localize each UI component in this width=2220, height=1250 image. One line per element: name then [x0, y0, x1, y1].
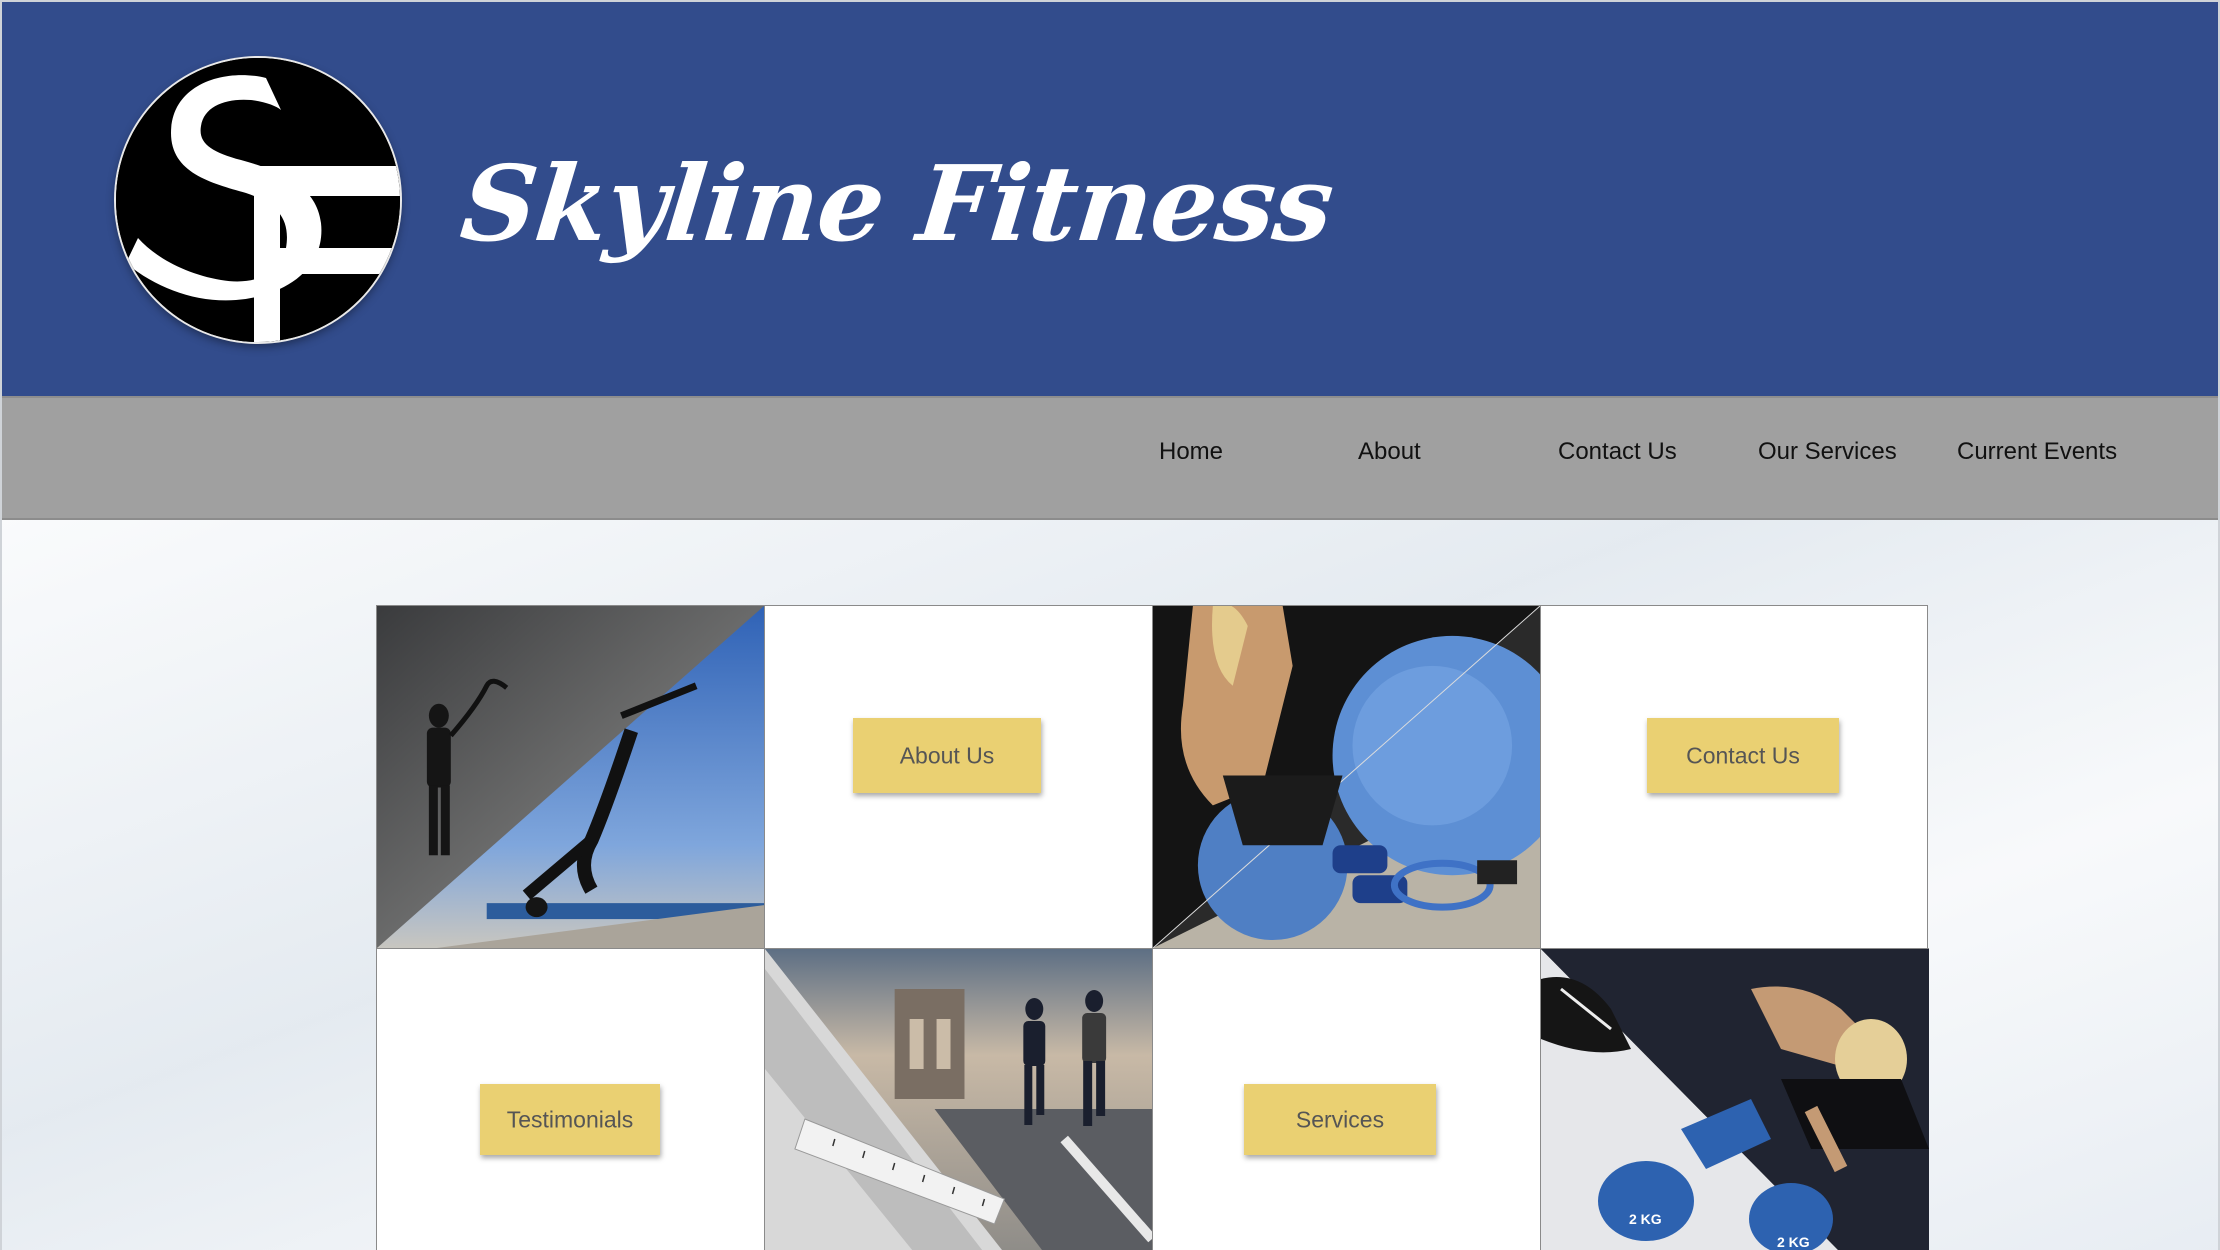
contact-us-tile: Contact Us: [1541, 606, 1929, 949]
woman-with-exercise-ball-and-dumbbells-photo: [1153, 606, 1541, 949]
nav-item-contact-us[interactable]: Contact Us: [1558, 438, 1677, 466]
battle-ropes-and-yoga-photo: [377, 606, 765, 949]
site-header: Skyline Fitness: [2, 2, 2218, 396]
app-window: Skyline Fitness Home About Contact Us Ou…: [0, 0, 2220, 1250]
site-title: Skyline Fitness: [455, 142, 1339, 265]
sf-monogram-icon: [116, 58, 400, 342]
sneakers-dumbbells-and-situps-photo: 2 KG 2 KG: [1541, 949, 1929, 1250]
nav-item-home[interactable]: Home: [1159, 438, 1223, 466]
dumbbell-label-right: 2 KG: [1777, 1234, 1810, 1250]
nav-item-our-services[interactable]: Our Services: [1758, 438, 1897, 466]
services-button[interactable]: Services: [1244, 1084, 1436, 1155]
bridge-runners-and-tape-measure-photo: [765, 949, 1153, 1250]
feature-grid: About Us Contact Us Testimonials Service…: [376, 605, 1929, 1250]
skyline-fitness-logo[interactable]: [116, 58, 400, 342]
nav-item-about[interactable]: About: [1358, 438, 1421, 466]
contact-us-button[interactable]: Contact Us: [1647, 718, 1839, 793]
services-tile: Services: [1153, 949, 1541, 1250]
nav-item-current-events[interactable]: Current Events: [1957, 438, 2117, 466]
main-navigation: Home About Contact Us Our Services Curre…: [2, 396, 2218, 520]
about-us-tile: About Us: [765, 606, 1153, 949]
testimonials-button[interactable]: Testimonials: [480, 1084, 660, 1155]
about-us-button[interactable]: About Us: [853, 718, 1041, 793]
dumbbell-label-left: 2 KG: [1629, 1211, 1662, 1227]
testimonials-tile: Testimonials: [377, 949, 765, 1250]
